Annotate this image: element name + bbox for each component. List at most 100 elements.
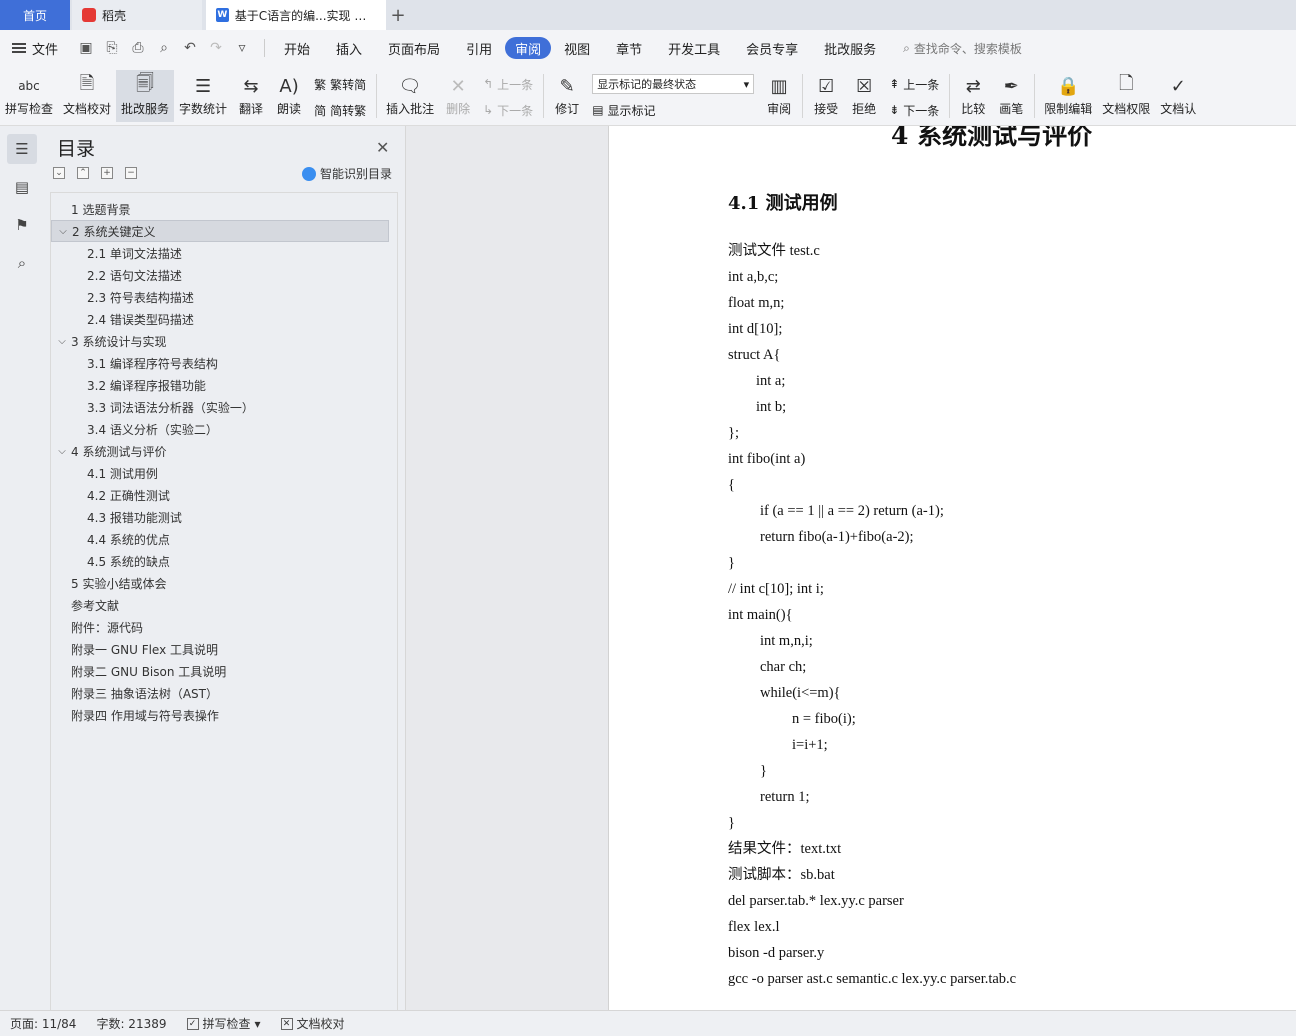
toc-item[interactable]: 附录三 抽象语法树（AST） — [51, 682, 397, 704]
markup-state-select[interactable]: 显示标记的最终状态 ▾ — [592, 74, 755, 94]
toc-item[interactable]: 2.2 语句文法描述 — [51, 264, 397, 286]
tab-daoke[interactable]: 稻壳 — [72, 0, 202, 30]
menu-tab-review[interactable]: 审阅 — [505, 37, 552, 59]
next-change-button[interactable]: ⇟ 下一条 — [889, 100, 939, 120]
menu-tab-developer[interactable]: 开发工具 — [655, 37, 733, 59]
word-count-button[interactable]: ☰ 字数统计 — [174, 70, 232, 122]
toc-item[interactable]: 附录一 GNU Flex 工具说明 — [51, 638, 397, 660]
show-markup-button[interactable]: ▤ 显示标记 — [592, 100, 754, 120]
toc-item[interactable]: 3.3 词法语法分析器（实验一） — [51, 396, 397, 418]
redo-icon[interactable]: ↷ — [208, 40, 224, 56]
toc-item[interactable]: 4.3 报错功能测试 — [51, 506, 397, 528]
trad-to-simp-button[interactable]: 繁繁转简 — [314, 74, 366, 94]
proofread-button[interactable]: 🗎 文档校对 — [58, 70, 116, 122]
smart-toc-button[interactable]: 智能识别目录 — [302, 165, 392, 182]
toc-item-label: 2 系统关键定义 — [72, 224, 156, 239]
document-page[interactable]: 4 系统测试与评价 4.1 测试用例 测试文件 test.c int a,b,c;… — [608, 126, 1296, 1010]
translate-button[interactable]: ⇆ 翻译 — [232, 70, 270, 122]
next-comment-button[interactable]: ↳ 下一条 — [483, 100, 533, 120]
tab-home[interactable]: 首页 — [0, 0, 70, 30]
menu-tab-layout[interactable]: 页面布局 — [375, 37, 453, 59]
accept-icon: ☑ — [818, 75, 835, 97]
close-icon[interactable]: ✕ — [376, 138, 389, 157]
toc-item[interactable]: 5 实验小结或体会 — [51, 572, 397, 594]
doc-line: }; — [728, 425, 739, 441]
toc-item-label: 2.2 语句文法描述 — [87, 268, 182, 283]
spell-check-button[interactable]: abc 拼写检查 — [0, 70, 58, 122]
track-changes-button[interactable]: ✎ 修订 — [548, 70, 586, 122]
toc-item[interactable]: 3.4 语义分析（实验二） — [51, 418, 397, 440]
toc-item[interactable]: 1 选题背景 — [51, 198, 397, 220]
menu-tab-references[interactable]: 引用 — [453, 37, 505, 59]
chevron-down-icon[interactable]: ⌵ — [55, 336, 69, 347]
toc-item[interactable]: 3.2 编译程序报错功能 — [51, 374, 397, 396]
toc-item[interactable]: 4.4 系统的优点 — [51, 528, 397, 550]
review-pane-button[interactable]: ▥ 审阅 — [760, 70, 798, 122]
accept-button[interactable]: ☑ 接受 — [807, 70, 845, 122]
grading-service-button[interactable]: 🗐 批改服务 — [116, 70, 175, 122]
document-permission-button[interactable]: 🗋 文档权限 — [1097, 70, 1155, 122]
menu-tab-chapter[interactable]: 章节 — [603, 37, 655, 59]
toc-item[interactable]: 4.2 正确性测试 — [51, 484, 397, 506]
print-preview-icon[interactable]: ⌕ — [156, 40, 172, 56]
document-certify-button[interactable]: ✓ 文档认 — [1155, 70, 1201, 122]
chevron-down-icon[interactable]: ⌵ — [55, 446, 69, 457]
compare-button[interactable]: ⇄ 比较 — [954, 70, 992, 122]
toc-item[interactable]: ⌵ 4 系统测试与评价 — [51, 440, 397, 462]
toc-item[interactable]: 参考文献 — [51, 594, 397, 616]
toc-item[interactable]: 4.1 测试用例 — [51, 462, 397, 484]
remove-icon[interactable]: − — [125, 167, 137, 179]
add-icon[interactable]: + — [101, 167, 113, 179]
prev-comment-button[interactable]: ↰ 上一条 — [483, 74, 533, 94]
simp-trad-icon: 简 — [314, 103, 327, 118]
status-spell-check[interactable]: ✓ 拼写检查 ▾ — [177, 1015, 271, 1032]
undo-icon[interactable]: ↶ — [182, 40, 198, 56]
chevron-down-icon[interactable]: ⌵ — [56, 226, 70, 237]
proofread-icon: ✕ — [280, 1017, 293, 1030]
toc-item[interactable]: ⌵ 3 系统设计与实现 — [51, 330, 397, 352]
read-aloud-button[interactable]: A) 朗读 — [270, 70, 308, 122]
expand-icon[interactable]: ⌃ — [77, 167, 89, 179]
chapter-nav-icon[interactable]: ▤ — [7, 172, 37, 202]
doc-line: int a,b,c; — [728, 269, 779, 285]
toc-item[interactable]: 3.1 编译程序符号表结构 — [51, 352, 397, 374]
page-indicator[interactable]: 页面: 11/84 — [0, 1015, 86, 1032]
menu-tab-member[interactable]: 会员专享 — [733, 37, 811, 59]
menu-tab-grading[interactable]: 批改服务 — [811, 37, 889, 59]
command-search[interactable]: ⌕ 查找命令、搜索模板 — [903, 40, 1022, 57]
search-icon[interactable]: ⌕ — [7, 248, 37, 278]
toc-item-label: 4.5 系统的缺点 — [87, 554, 170, 569]
status-proofread[interactable]: ✕ 文档校对 — [271, 1015, 355, 1032]
tab-document[interactable]: W 基于C语言的编...实现 课程论 — [206, 0, 386, 30]
menu-tab-insert[interactable]: 插入 — [323, 37, 375, 59]
toc-item[interactable]: 4.5 系统的缺点 — [51, 550, 397, 572]
menu-tab-view[interactable]: 视图 — [551, 37, 603, 59]
toc-item[interactable]: 附录二 GNU Bison 工具说明 — [51, 660, 397, 682]
save-icon[interactable]: ▣ — [78, 40, 94, 56]
word-count-indicator[interactable]: 字数: 21389 — [86, 1015, 176, 1032]
toc-item[interactable]: 2.4 错误类型码描述 — [51, 308, 397, 330]
toc-item[interactable]: 2.1 单词文法描述 — [51, 242, 397, 264]
print-icon[interactable]: ⎙ — [130, 40, 146, 56]
insert-comment-button[interactable]: 🗨 插入批注 — [381, 70, 439, 122]
collapse-icon[interactable]: ⌄ — [53, 167, 65, 179]
pen-button[interactable]: ✒ 画笔 — [992, 70, 1030, 122]
document-canvas[interactable]: 4 系统测试与评价 4.1 测试用例 测试文件 test.c int a,b,c;… — [406, 126, 1296, 1010]
toc-item[interactable]: ⌵ 2 系统关键定义 — [51, 220, 389, 242]
prev-change-button[interactable]: ⇞ 上一条 — [889, 74, 939, 94]
new-tab-button[interactable]: + — [386, 0, 410, 30]
delete-comment-button[interactable]: ✕ 删除 — [439, 70, 477, 122]
bookmark-icon[interactable]: ⚑ — [7, 210, 37, 240]
menu-tab-start[interactable]: 开始 — [271, 37, 323, 59]
reject-button[interactable]: ☒ 拒绝 — [845, 70, 883, 122]
file-menu[interactable]: 文件 — [0, 39, 70, 58]
toc-panel-icon[interactable]: ☰ — [7, 134, 37, 164]
restrict-editing-button[interactable]: 🔒 限制编辑 — [1039, 70, 1097, 122]
simp-to-trad-button[interactable]: 简简转繁 — [314, 100, 366, 120]
toc-item[interactable]: 附件：源代码 — [51, 616, 397, 638]
export-pdf-icon[interactable]: ⎘ — [104, 40, 120, 56]
toc-item[interactable]: 附录四 作用域与符号表操作 — [51, 704, 397, 726]
customize-chevron-icon[interactable]: ▿ — [234, 40, 250, 56]
toc-item[interactable]: 2.3 符号表结构描述 — [51, 286, 397, 308]
doc-line: int a; — [756, 373, 786, 389]
